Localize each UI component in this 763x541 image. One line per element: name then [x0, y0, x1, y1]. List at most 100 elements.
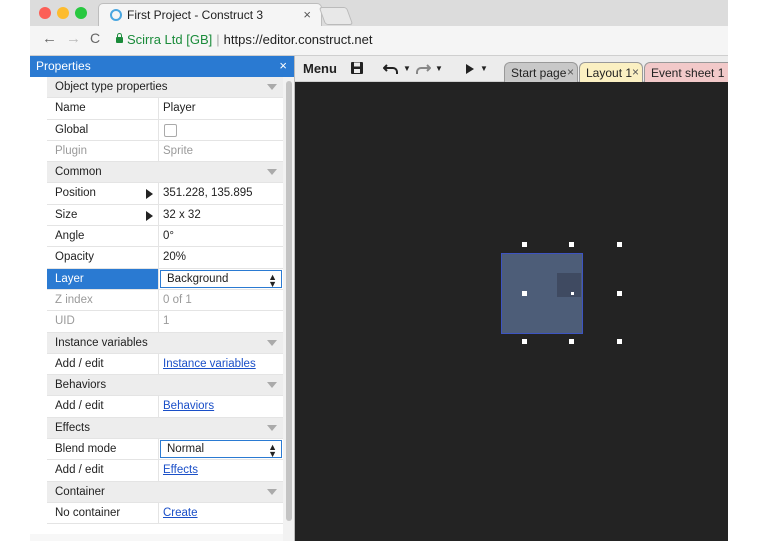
tab-layout-1-close-icon[interactable]: ×: [632, 65, 639, 79]
section-header-effects[interactable]: Effects: [47, 417, 283, 440]
properties-title: Properties: [36, 59, 91, 73]
collapse-arrow-icon[interactable]: [267, 339, 277, 346]
property-row-no-container[interactable]: No container Create: [47, 502, 283, 525]
section-header-common[interactable]: Common: [47, 162, 283, 184]
instance-variables-link[interactable]: Instance variables: [163, 358, 256, 370]
resize-handle-left[interactable]: [522, 291, 527, 296]
property-row-opacity[interactable]: Opacity 20%: [47, 247, 283, 269]
property-row-angle[interactable]: Angle 0°: [47, 226, 283, 248]
property-row-size[interactable]: Size 32 x 32: [47, 204, 283, 227]
property-row-layer[interactable]: Layer ▲ ▼ Background: [47, 268, 283, 290]
tab-event-sheet-1[interactable]: Event sheet 1: [644, 62, 728, 82]
global-checkbox[interactable]: [164, 123, 177, 137]
property-value-cell[interactable]: Instance variables: [158, 353, 283, 375]
resize-handle-right[interactable]: [617, 291, 622, 296]
collapse-arrow-icon[interactable]: [267, 424, 277, 431]
property-row-name[interactable]: Name Player: [47, 98, 283, 120]
property-row-add-edit[interactable]: Add / edit Behaviors: [47, 396, 283, 418]
property-row-z-index[interactable]: Z index 0 of 1: [47, 289, 283, 312]
select-arrows-icon[interactable]: ▲ ▼: [268, 272, 277, 288]
property-value: Normal: [167, 443, 205, 456]
resize-handle-top-left[interactable]: [522, 242, 527, 247]
play-icon[interactable]: [465, 63, 475, 75]
minimize-window-button[interactable]: [57, 7, 69, 19]
expand-triangle-icon[interactable]: [146, 189, 153, 200]
property-value: 351.228, 135.895: [163, 187, 253, 200]
property-label: Position: [55, 187, 96, 200]
effects-link[interactable]: Effects: [163, 464, 198, 476]
property-value: 0 of 1: [163, 293, 192, 306]
collapse-arrow-icon[interactable]: [267, 84, 277, 90]
property-value-cell[interactable]: 351.228, 135.895: [158, 183, 283, 204]
property-value-cell[interactable]: ▲ ▼ Normal: [158, 439, 283, 460]
property-value-cell[interactable]: 32 x 32: [158, 204, 283, 226]
resize-handle-bottom-left[interactable]: [522, 339, 527, 344]
collapse-arrow-icon[interactable]: [267, 488, 277, 495]
properties-close-icon[interactable]: ×: [279, 58, 287, 73]
tab-event-sheet-1-label: Event sheet 1: [651, 66, 725, 80]
section-header-behaviors[interactable]: Behaviors: [47, 375, 283, 397]
collapse-arrow-icon[interactable]: [267, 169, 277, 176]
behaviors-link[interactable]: Behaviors: [163, 400, 214, 412]
browser-window: First Project - Construct 3 × ← → C Scir…: [30, 0, 728, 541]
property-label: No container: [55, 506, 121, 519]
url-separator: |: [216, 32, 220, 47]
property-value-cell[interactable]: 20%: [158, 247, 283, 268]
property-value-cell[interactable]: Create: [158, 502, 283, 524]
property-label: Blend mode: [55, 443, 117, 456]
maximize-window-button[interactable]: [75, 7, 87, 19]
property-row-global[interactable]: Global: [47, 119, 283, 141]
undo-icon[interactable]: [383, 63, 399, 75]
property-row-add-edit[interactable]: Add / edit Instance variables: [47, 353, 283, 376]
expand-triangle-icon[interactable]: [146, 210, 153, 221]
layout-canvas[interactable]: [295, 82, 728, 541]
property-value-cell[interactable]: [158, 119, 283, 140]
properties-scrollbar[interactable]: [283, 77, 294, 541]
resize-handle-top-right[interactable]: [617, 242, 622, 247]
property-value-cell[interactable]: ▲ ▼ Background: [158, 268, 283, 289]
undo-dropdown-icon[interactable]: ▼: [403, 64, 411, 73]
tab-start-page-close-icon[interactable]: ×: [567, 65, 574, 79]
forward-arrow-icon[interactable]: →: [66, 30, 81, 47]
tab-layout-1[interactable]: Layout 1 ×: [579, 62, 643, 82]
resize-handle-top[interactable]: [569, 242, 574, 247]
new-tab-button[interactable]: [318, 7, 354, 25]
property-value-cell[interactable]: 0°: [158, 226, 283, 247]
redo-icon[interactable]: [415, 63, 431, 75]
property-row-uid[interactable]: UID 1: [47, 311, 283, 333]
resize-handle-bottom[interactable]: [569, 339, 574, 344]
property-value: 0°: [163, 230, 174, 243]
section-header-container[interactable]: Container: [47, 481, 283, 503]
browser-tab[interactable]: First Project - Construct 3 ×: [98, 3, 322, 26]
property-value-cell[interactable]: Behaviors: [158, 396, 283, 417]
create-link[interactable]: Create: [163, 507, 198, 519]
reload-icon[interactable]: C: [90, 30, 100, 46]
construct-logo-icon: [110, 9, 122, 21]
property-label: Add / edit: [55, 357, 104, 370]
play-dropdown-icon[interactable]: ▼: [480, 64, 488, 73]
browser-tab-close-icon[interactable]: ×: [303, 7, 311, 22]
section-header-instance-variables[interactable]: Instance variables: [47, 332, 283, 354]
origin-point[interactable]: [571, 292, 574, 295]
save-icon[interactable]: [350, 61, 364, 75]
section-header-object-type-properties[interactable]: Object type properties: [47, 77, 283, 99]
close-window-button[interactable]: [39, 7, 51, 19]
collapse-arrow-icon[interactable]: [267, 382, 277, 389]
tab-start-page[interactable]: Start page ×: [504, 62, 578, 82]
menu-button[interactable]: Menu: [303, 61, 337, 76]
property-row-blend-mode[interactable]: Blend mode ▲ ▼ Normal: [47, 439, 283, 461]
property-value-cell[interactable]: Player: [158, 98, 283, 119]
resize-handle-bottom-right[interactable]: [617, 339, 622, 344]
url-field[interactable]: Scirra Ltd [GB] | https://editor.construct…: [116, 32, 373, 47]
property-value-cell[interactable]: Effects: [158, 460, 283, 481]
property-label: Global: [55, 123, 89, 136]
property-row-add-edit[interactable]: Add / edit Effects: [47, 460, 283, 482]
section-label: Behaviors: [55, 379, 107, 392]
property-row-plugin[interactable]: Plugin Sprite: [47, 140, 283, 163]
select-arrows-icon[interactable]: ▲ ▼: [268, 443, 277, 459]
redo-dropdown-icon[interactable]: ▼: [435, 64, 443, 73]
back-arrow-icon[interactable]: ←: [42, 30, 57, 47]
property-row-position[interactable]: Position 351.228, 135.895: [47, 183, 283, 205]
scrollbar-thumb[interactable]: [286, 81, 292, 521]
section-label: Effects: [55, 421, 90, 434]
